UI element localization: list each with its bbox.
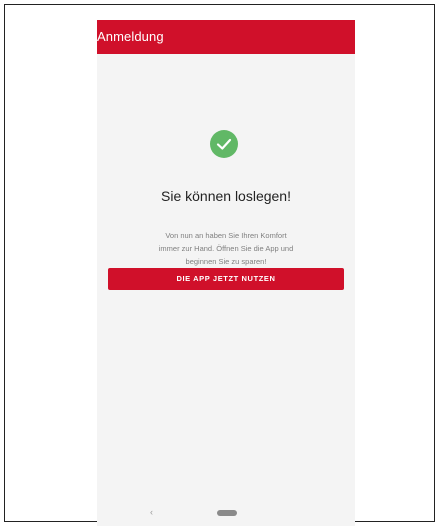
use-app-button[interactable]: DIE APP JETZT NUTZEN	[108, 268, 344, 290]
message-line-3: beginnen Sie zu sparen!	[185, 257, 267, 266]
app-bar-title: Anmeldung	[97, 29, 164, 44]
message-line-1: Von nun an haben Sie Ihren Komfort	[165, 231, 287, 240]
home-pill-icon[interactable]	[217, 510, 237, 516]
success-message: Von nun an haben Sie Ihren Komfort immer…	[127, 229, 325, 268]
back-chevron-icon[interactable]: ‹	[150, 507, 153, 517]
app-bar: Anmeldung	[97, 20, 355, 54]
message-line-2: immer zur Hand. Öffnen Sie die App und	[158, 244, 294, 253]
checkmark-circle-icon	[210, 130, 238, 158]
phone-screen: Anmeldung Sie können loslegen! Von nun a…	[97, 20, 355, 526]
success-heading: Sie können loslegen!	[161, 188, 291, 204]
